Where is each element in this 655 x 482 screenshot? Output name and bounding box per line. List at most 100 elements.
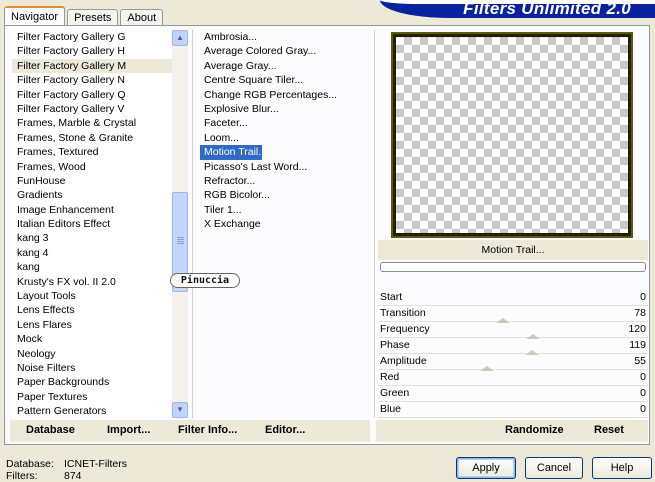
tab-about[interactable]: About — [120, 9, 164, 26]
parameter-value: 0 — [640, 387, 646, 399]
scroll-up-icon[interactable]: ▲ — [172, 30, 188, 46]
randomize-button[interactable]: Randomize — [505, 424, 564, 436]
parameter-label: Phase — [380, 339, 410, 351]
parameter-row[interactable]: Amplitude 55 — [378, 354, 648, 371]
parameter-value: 0 — [640, 371, 646, 383]
filter-item[interactable]: Explosive Blur... — [200, 102, 370, 116]
parameter-label: Green — [380, 387, 410, 399]
parameter-row[interactable]: Transition 78 — [378, 306, 648, 323]
category-item[interactable]: Neology — [12, 347, 188, 361]
preview-frame — [391, 32, 633, 238]
filter-list[interactable]: Ambrosia... Average Colored Gray... Averag… — [200, 30, 370, 270]
filter-item[interactable]: Average Colored Gray... — [200, 44, 370, 58]
parameter-row[interactable]: Blue 0 — [378, 402, 648, 418]
category-item[interactable]: Frames, Marble & Crystal — [12, 116, 188, 130]
database-info: Database: ICNET-Filters Filters: 874 — [6, 458, 127, 482]
preview-filter-name: Motion Trail... — [378, 240, 648, 260]
parameter-row[interactable]: Start 0 — [378, 290, 648, 306]
category-item[interactable]: Mock — [12, 332, 188, 346]
editor-button[interactable]: Editor... — [265, 424, 305, 436]
preview-image — [396, 37, 628, 233]
parameter-value: 55 — [634, 355, 646, 367]
parameter-label: Blue — [380, 403, 402, 415]
filters-label: Filters: — [6, 470, 38, 482]
parameter-row[interactable]: Green 0 — [378, 386, 648, 402]
parameter-row[interactable]: Frequency 120 — [378, 322, 648, 339]
filter-item[interactable]: Loom... — [200, 131, 370, 145]
apply-button[interactable]: Apply — [456, 457, 516, 479]
parameter-label: Start — [380, 291, 403, 303]
category-item[interactable]: Paper Textures — [12, 390, 188, 404]
parameter-value: 120 — [628, 323, 646, 335]
category-item[interactable]: Filter Factory Gallery N — [12, 73, 188, 87]
database-value: ICNET-Filters — [64, 458, 127, 470]
filter-item[interactable]: Average Gray... — [200, 59, 370, 73]
category-list[interactable]: Filter Factory Gallery G Filter Factory G… — [12, 30, 188, 418]
category-item[interactable]: kang — [12, 260, 188, 274]
left-button-bar: Database Import... Filter Info... Editor… — [10, 420, 370, 442]
category-item[interactable]: Frames, Wood — [12, 160, 188, 174]
category-item[interactable]: kang 3 — [12, 231, 188, 245]
category-item[interactable]: Filter Factory Gallery Q — [12, 88, 188, 102]
category-item[interactable]: Noise Filters — [12, 361, 188, 375]
parameter-label: Red — [380, 371, 400, 383]
tab-navigator[interactable]: Navigator — [4, 6, 66, 26]
parameter-label: Frequency — [380, 323, 430, 335]
category-item[interactable]: Image Enhancement — [12, 203, 188, 217]
right-button-bar: Randomize Reset — [376, 420, 648, 442]
filter-item[interactable]: Tiler 1... — [200, 203, 370, 217]
tab-strip: Navigator Presets About — [4, 6, 165, 26]
category-item[interactable]: Layout Tools — [12, 289, 188, 303]
category-item[interactable]: Filter Factory Gallery H — [12, 44, 188, 58]
filter-item[interactable]: Change RGB Percentages... — [200, 88, 370, 102]
category-item[interactable]: FunHouse — [12, 174, 188, 188]
filter-item[interactable]: Faceter... — [200, 116, 370, 130]
parameter-value: 0 — [640, 291, 646, 303]
parameter-value: 119 — [629, 339, 646, 351]
category-item[interactable]: Krusty's FX vol. II 2.0 — [12, 275, 188, 289]
category-item[interactable]: Filter Factory Gallery G — [12, 30, 188, 44]
parameter-label: Transition — [380, 307, 426, 319]
parameter-row[interactable]: Phase 119 — [378, 338, 648, 355]
watermark-logo: Pinuccia — [170, 273, 240, 288]
filter-item[interactable]: Picasso's Last Word... — [200, 160, 370, 174]
reset-button[interactable]: Reset — [594, 424, 624, 436]
filter-item[interactable]: RGB Bicolor... — [200, 188, 370, 202]
category-item[interactable]: Pattern Generators — [12, 404, 188, 418]
category-item[interactable]: Lens Flares — [12, 318, 188, 332]
category-item[interactable]: Filter Factory Gallery M — [12, 58, 188, 74]
parameter-value: 78 — [634, 307, 646, 319]
filter-item[interactable]: Refractor... — [200, 174, 370, 188]
filter-item[interactable]: Centre Square Tiler... — [200, 73, 370, 87]
progress-bar — [380, 262, 646, 272]
scroll-down-icon[interactable]: ▼ — [172, 402, 188, 418]
title-banner: Filters Unlimited 2.0 — [380, 0, 655, 18]
filter-item[interactable]: Ambrosia... — [200, 30, 370, 44]
category-item[interactable]: Italian Editors Effect — [12, 217, 188, 231]
category-item[interactable]: Paper Backgrounds — [12, 375, 188, 389]
category-item[interactable]: Filter Factory Gallery V — [12, 102, 188, 116]
parameter-value: 0 — [640, 403, 646, 415]
filter-info-button[interactable]: Filter Info... — [178, 424, 237, 436]
import-button[interactable]: Import... — [107, 424, 150, 436]
cancel-button[interactable]: Cancel — [525, 457, 583, 479]
filter-item[interactable]: X Exchange — [200, 217, 370, 231]
database-button[interactable]: Database — [26, 424, 75, 436]
app-title: Filters Unlimited 2.0 — [463, 0, 631, 18]
category-item[interactable]: Frames, Textured — [12, 145, 188, 159]
filter-item[interactable]: Motion Trail... — [200, 145, 267, 160]
parameter-row[interactable]: Red 0 — [378, 370, 648, 386]
parameter-label: Amplitude — [380, 355, 427, 367]
panel-divider — [374, 30, 375, 418]
filters-count: 874 — [64, 470, 82, 482]
list-divider — [192, 30, 193, 418]
category-item[interactable]: Gradients — [12, 188, 188, 202]
help-button[interactable]: Help — [592, 457, 652, 479]
category-item[interactable]: Frames, Stone & Granite — [12, 131, 188, 145]
category-item[interactable]: Lens Effects — [12, 303, 188, 317]
category-scrollbar[interactable]: ▲ ▼ — [172, 30, 188, 418]
parameter-list: Start 0 Transition 78 Frequency 120 Phase 119 Am… — [378, 290, 648, 418]
tab-presets[interactable]: Presets — [67, 9, 119, 26]
category-item[interactable]: kang 4 — [12, 246, 188, 260]
database-label: Database: — [6, 458, 54, 470]
